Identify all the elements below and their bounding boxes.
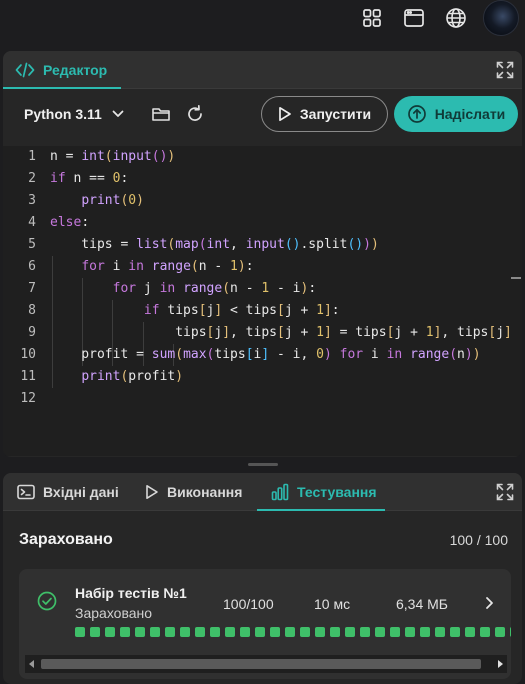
check-circle-icon <box>37 591 57 611</box>
bar-chart-icon <box>271 483 289 501</box>
test-passed-marker <box>120 627 130 637</box>
test-suite-card[interactable]: Набір тестів №1 Зараховано 100/100 10 мс… <box>19 569 511 679</box>
test-passed-marker <box>285 627 295 637</box>
tab-active-indicator <box>3 87 121 89</box>
test-passed-marker <box>240 627 250 637</box>
code-line: 6 for i in range(n - 1): <box>28 259 254 274</box>
editor-toolbar: Python 3.11 Запустити Надіслати <box>3 90 522 138</box>
test-passed-marker <box>90 627 100 637</box>
code-editor[interactable]: 1n = int(input()) 2 if n == 0: 3 print(0)… <box>3 146 522 456</box>
code-line: 1n = int(input()) <box>28 149 176 164</box>
test-suite-score: 100/100 <box>223 596 274 612</box>
horizontal-scrollbar-thumb[interactable] <box>41 659 481 669</box>
test-passed-marker <box>75 627 85 637</box>
horizontal-scrollbar[interactable] <box>25 655 507 673</box>
grid-icon[interactable] <box>360 6 384 30</box>
test-passed-marker <box>195 627 205 637</box>
code-line: 5 tips = list(map(int, input().split())) <box>28 237 379 252</box>
code-line: 12 <box>20 391 36 406</box>
test-passed-marker <box>360 627 370 637</box>
user-avatar[interactable] <box>483 0 519 36</box>
run-button[interactable]: Запустити <box>261 96 388 132</box>
test-passed-marker <box>225 627 235 637</box>
tab-active-indicator <box>257 509 385 511</box>
play-icon <box>279 106 291 122</box>
code-line: 3 print(0) <box>28 193 144 208</box>
editor-panel: Редактор Python 3.11 Запустити Надіслати <box>3 51 522 457</box>
run-button-label: Запустити <box>299 106 372 122</box>
test-passed-marker <box>450 627 460 637</box>
tab-input-data-label: Вхідні дані <box>43 484 119 500</box>
test-passed-marker <box>180 627 190 637</box>
upload-arrow-icon <box>407 105 426 123</box>
test-suite-status: Зараховано <box>75 605 153 621</box>
terminal-icon <box>17 484 35 500</box>
test-results-bar <box>75 627 511 637</box>
result-title: Зараховано <box>19 531 113 548</box>
language-select[interactable]: Python 3.11 <box>24 106 124 122</box>
test-passed-marker <box>405 627 415 637</box>
code-line: 2 if n == 0: <box>28 171 129 186</box>
tab-input-data[interactable]: Вхідні дані <box>17 473 119 511</box>
test-passed-marker <box>420 627 430 637</box>
editor-header: Редактор <box>3 51 522 89</box>
test-passed-marker <box>135 627 145 637</box>
play-icon <box>146 485 158 499</box>
submit-button-label: Надіслати <box>434 106 506 122</box>
editor-scrollbar[interactable] <box>511 277 521 279</box>
reset-icon[interactable] <box>185 104 205 124</box>
code-line: 8 if tips[j] < tips[j + 1]: <box>28 303 340 318</box>
test-passed-marker <box>495 627 505 637</box>
tab-editor-label: Редактор <box>43 62 108 78</box>
submit-button[interactable]: Надіслати <box>394 96 518 132</box>
tab-testing[interactable]: Тестування <box>271 473 377 511</box>
test-suite-time: 10 мс <box>314 596 351 612</box>
resize-handle[interactable] <box>248 463 278 466</box>
tab-editor[interactable]: Редактор <box>15 51 107 89</box>
test-passed-marker <box>465 627 475 637</box>
test-passed-marker <box>315 627 325 637</box>
folder-icon[interactable] <box>151 104 171 124</box>
test-passed-marker <box>330 627 340 637</box>
test-passed-marker <box>345 627 355 637</box>
results-panel: Вхідні дані Виконання Тестування Зарахов… <box>3 473 522 684</box>
code-line: 11 print(profit) <box>20 369 184 384</box>
tab-testing-label: Тестування <box>297 484 377 500</box>
browser-window-icon[interactable] <box>402 6 426 30</box>
top-bar <box>0 0 525 40</box>
scroll-right-icon[interactable] <box>496 660 504 668</box>
test-passed-marker <box>255 627 265 637</box>
test-passed-marker <box>105 627 115 637</box>
test-passed-marker <box>300 627 310 637</box>
chevron-right-icon[interactable] <box>482 596 496 610</box>
code-line: 9 tips[j], tips[j + 1] = tips[j + 1], ti… <box>28 325 512 340</box>
test-suite-memory: 6,34 МБ <box>396 596 448 612</box>
code-icon <box>15 62 35 78</box>
test-passed-marker <box>480 627 490 637</box>
test-passed-marker <box>270 627 280 637</box>
test-passed-marker <box>390 627 400 637</box>
results-header: Вхідні дані Виконання Тестування <box>3 473 522 511</box>
expand-icon[interactable] <box>496 483 514 501</box>
test-passed-marker <box>210 627 220 637</box>
test-passed-marker <box>435 627 445 637</box>
test-suite-name: Набір тестів №1 <box>75 585 187 601</box>
code-line: 10 profit = sum(max(tips[i] - i, 0) for … <box>20 347 481 362</box>
tab-execution-label: Виконання <box>167 484 243 500</box>
code-line: 4 else: <box>28 215 90 230</box>
language-label: Python 3.11 <box>24 106 102 122</box>
tab-execution[interactable]: Виконання <box>145 473 242 511</box>
globe-icon[interactable] <box>444 6 468 30</box>
result-score: 100 / 100 <box>449 532 508 548</box>
test-passed-marker <box>375 627 385 637</box>
test-passed-marker <box>165 627 175 637</box>
test-passed-marker <box>510 627 511 637</box>
code-line: 7 for j in range(n - 1 - i): <box>28 281 317 296</box>
scroll-left-icon[interactable] <box>28 660 36 668</box>
expand-icon[interactable] <box>496 61 514 79</box>
test-passed-marker <box>150 627 160 637</box>
chevron-down-icon <box>112 110 124 117</box>
